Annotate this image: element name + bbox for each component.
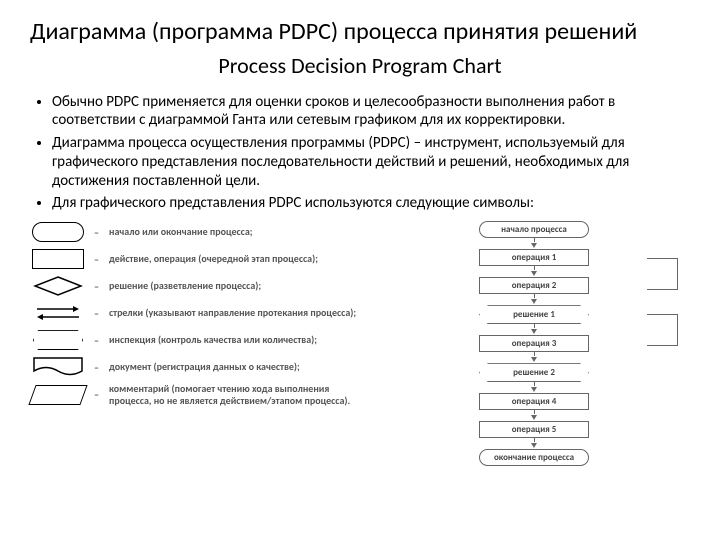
flow-end: окончание процесса — [479, 449, 589, 466]
bullet-item: Обычно PDPC применяется для оценки сроко… — [52, 93, 690, 131]
legend-row-process: – действие, операция (очередной этап про… — [30, 248, 370, 270]
legend-label: действие, операция (очередной этап проце… — [109, 253, 318, 265]
legend-label: инспекция (контроль качества или количес… — [109, 334, 317, 346]
lower-section: – начало или окончание процесса; – дейст… — [30, 221, 690, 466]
slide-title: Диаграмма (программа PDPC) процесса прин… — [30, 18, 690, 46]
flow-start: начало процесса — [479, 221, 589, 238]
legend-row-comment: – комментарий (помогает чтению хода выпо… — [30, 383, 370, 406]
slide: Диаграмма (программа PDPC) процесса прин… — [0, 0, 720, 476]
legend-label: решение (разветвление процесса); — [109, 280, 261, 292]
flow-op4: операция 4 — [479, 393, 589, 410]
bullet-list: Обычно PDPC применяется для оценки сроко… — [30, 93, 690, 214]
arrows-icon — [30, 302, 86, 324]
document-icon — [30, 356, 86, 378]
flow-op3: операция 3 — [479, 335, 589, 352]
legend-label: комментарий (помогает чтению хода выполн… — [109, 383, 370, 406]
legend-label: начало или окончание процесса; — [109, 226, 253, 238]
bullet-item: Для графического представления PDPC испо… — [52, 194, 690, 213]
comment-icon — [30, 384, 86, 406]
flow-op5: операция 5 — [479, 421, 589, 438]
legend-label: стрелки (указывают направление протекани… — [109, 307, 356, 319]
flow-dec1: решение 1 — [479, 305, 589, 324]
legend-label: документ (регистрация данных о качестве)… — [109, 361, 300, 373]
loop-connector — [647, 258, 678, 290]
legend-row-terminator: – начало или окончание процесса; — [30, 221, 370, 243]
legend-row-document: – документ (регистрация данных о качеств… — [30, 356, 370, 378]
process-icon — [30, 248, 86, 270]
flowchart: начало процесса операция 1 операция 2 ре… — [384, 221, 690, 466]
slide-subtitle: Process Decision Program Chart — [30, 52, 690, 79]
flow-op2: операция 2 — [479, 277, 589, 294]
inspection-icon — [30, 329, 86, 351]
flow-op1: операция 1 — [479, 249, 589, 266]
legend-row-arrows: – стрелки (указывают направление протека… — [30, 302, 370, 324]
flow-dec2: решение 2 — [479, 363, 589, 382]
decision-icon — [30, 275, 86, 297]
loop-connector — [647, 314, 678, 346]
legend-row-inspection: – инспекция (контроль качества или колич… — [30, 329, 370, 351]
symbol-legend: – начало или окончание процесса; – дейст… — [30, 221, 370, 466]
legend-row-decision: – решение (разветвление процесса); — [30, 275, 370, 297]
terminator-icon — [30, 221, 86, 243]
bullet-item: Диаграмма процесса осуществления програм… — [52, 134, 690, 190]
